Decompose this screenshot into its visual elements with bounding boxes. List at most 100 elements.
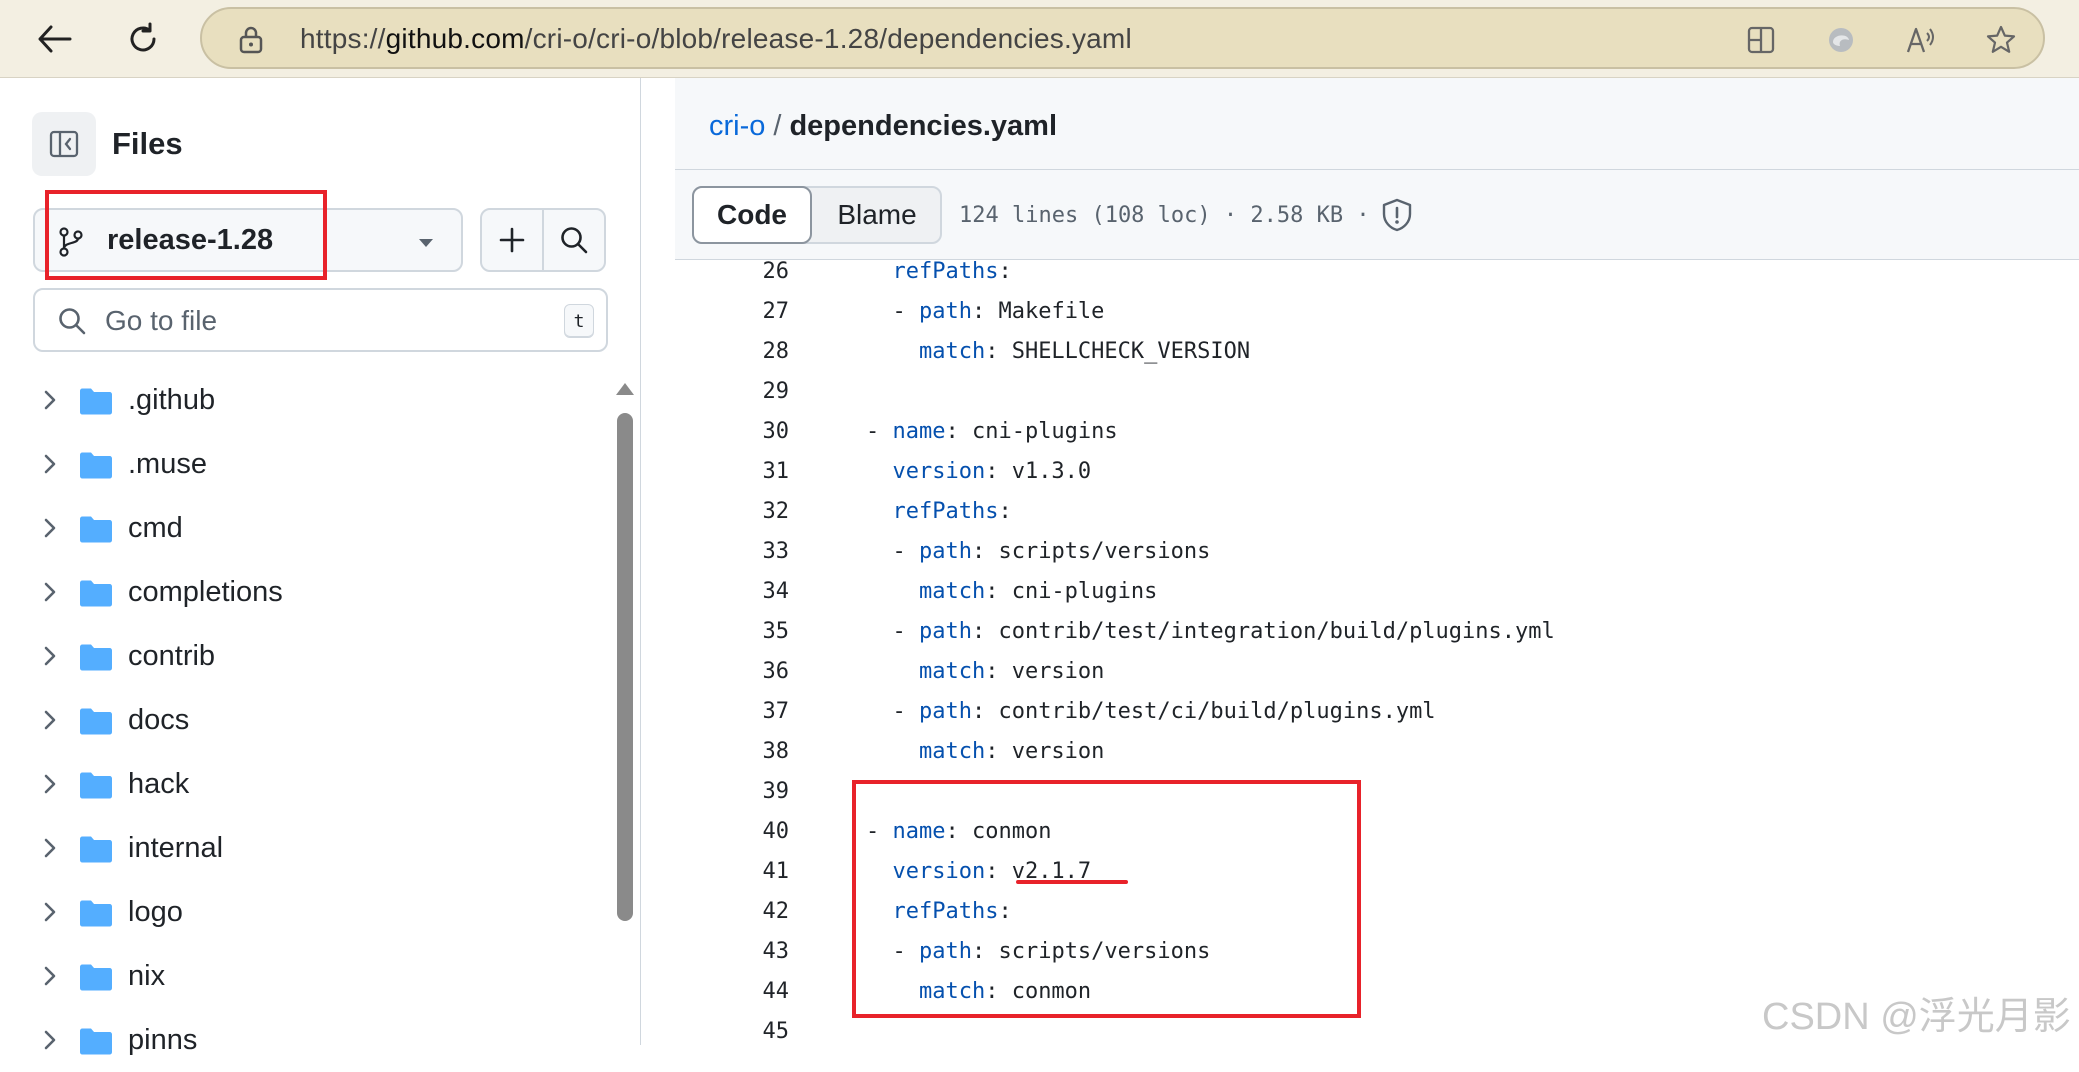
line-source: match: cni-plugins: [813, 579, 1157, 604]
refresh-icon[interactable]: [118, 14, 168, 64]
sidebar-scrollbar-thumb[interactable]: [617, 413, 633, 921]
tree-item-folder[interactable]: docs: [0, 688, 600, 752]
search-icon: [561, 227, 588, 254]
tree-item-folder[interactable]: completions: [0, 560, 600, 624]
tree-item-label: nix: [128, 960, 166, 992]
search-code-button[interactable]: [542, 208, 606, 272]
code-line: 36 match: version: [675, 653, 2079, 693]
back-arrow-icon[interactable]: [30, 14, 80, 64]
chevron-right-icon[interactable]: [40, 452, 60, 476]
tree-item-folder[interactable]: cmd: [0, 496, 600, 560]
chevron-right-icon[interactable]: [40, 836, 60, 860]
list-dash: -: [892, 299, 919, 324]
chevron-right-icon[interactable]: [40, 644, 60, 668]
folder-icon: [80, 772, 112, 799]
line-number[interactable]: 32: [675, 499, 790, 524]
line-number[interactable]: 39: [675, 779, 790, 804]
list-dash: -: [865, 419, 893, 444]
breadcrumb-repo-link[interactable]: cri-o: [709, 110, 765, 142]
yaml-key: path: [918, 619, 972, 644]
tree-item-folder[interactable]: hack: [0, 752, 600, 816]
tree-item-label: hack: [128, 768, 190, 800]
line-number[interactable]: 26: [675, 260, 790, 284]
tree-item-folder[interactable]: nix: [0, 944, 600, 1008]
tree-item-folder[interactable]: .github: [0, 368, 600, 432]
scroll-up-arrow-icon[interactable]: [616, 383, 634, 395]
add-file-button[interactable]: [480, 208, 544, 272]
split-screen-icon[interactable]: [1742, 21, 1780, 59]
plus-icon: [499, 227, 525, 253]
chevron-right-icon[interactable]: [40, 964, 60, 988]
yaml-key: path: [918, 539, 972, 564]
line-number[interactable]: 28: [675, 339, 790, 364]
tree-item-folder[interactable]: internal: [0, 816, 600, 880]
chevron-right-icon[interactable]: [40, 900, 60, 924]
favorite-star-icon[interactable]: [1982, 21, 2020, 59]
line-number[interactable]: 29: [675, 379, 790, 404]
code-line: 37 - path: contrib/test/ci/build/plugins…: [675, 693, 2079, 733]
yaml-key: match: [918, 579, 986, 604]
line-number[interactable]: 35: [675, 619, 790, 644]
yaml-key: path: [918, 299, 972, 324]
go-to-file-placeholder: Go to file: [105, 305, 218, 336]
tree-item-folder[interactable]: .muse: [0, 432, 600, 496]
chevron-right-icon[interactable]: [40, 772, 60, 796]
code-line: 31 version: v1.3.0: [675, 453, 2079, 493]
line-number[interactable]: 43: [675, 939, 790, 964]
folder-icon: [80, 580, 112, 607]
line-number[interactable]: 41: [675, 859, 790, 884]
folder-icon: [80, 1028, 112, 1055]
tree-item-folder[interactable]: logo: [0, 880, 600, 944]
search-icon: [59, 308, 86, 335]
list-dash: -: [892, 699, 919, 724]
go-to-file-input[interactable]: Go to file t: [33, 288, 608, 352]
chevron-right-icon[interactable]: [40, 580, 60, 604]
url-text[interactable]: https://github.com/cri-o/cri-o/blob/rele…: [300, 23, 1132, 55]
line-number[interactable]: 33: [675, 539, 790, 564]
yaml-value: contrib/test/ci/build/plugins.yml: [985, 699, 1436, 724]
chevron-right-icon[interactable]: [40, 388, 60, 412]
breadcrumb: cri-o / dependencies.yaml: [709, 110, 1057, 143]
tab-code[interactable]: Code: [692, 186, 812, 244]
tab-blame[interactable]: Blame: [812, 188, 942, 242]
yaml-key: match: [918, 739, 986, 764]
tree-item-folder[interactable]: contrib: [0, 624, 600, 688]
browser-toolbar: https://github.com/cri-o/cri-o/blob/rele…: [0, 0, 2079, 78]
read-aloud-icon[interactable]: [1902, 21, 1940, 59]
file-tree-sidebar: Files release-1.28 Go to file t .github.…: [0, 78, 641, 1056]
line-number[interactable]: 37: [675, 699, 790, 724]
line-number[interactable]: 31: [675, 459, 790, 484]
list-dash: -: [892, 539, 919, 564]
line-number[interactable]: 34: [675, 579, 790, 604]
collapse-sidebar-button[interactable]: [32, 112, 96, 176]
line-number[interactable]: 44: [675, 979, 790, 1004]
line-number[interactable]: 42: [675, 899, 790, 924]
line-number[interactable]: 45: [675, 1019, 790, 1044]
line-number[interactable]: 36: [675, 659, 790, 684]
shield-icon[interactable]: [1381, 198, 1413, 232]
breadcrumb-bar: cri-o / dependencies.yaml: [675, 78, 2079, 170]
edge-icon[interactable]: [1822, 21, 1860, 59]
view-mode-toggle: Code Blame: [692, 186, 942, 244]
address-bar[interactable]: https://github.com/cri-o/cri-o/blob/rele…: [200, 7, 2045, 69]
line-source: - path: scripts/versions: [813, 539, 1210, 564]
chevron-right-icon[interactable]: [40, 1028, 60, 1052]
tree-item-folder[interactable]: pinns: [0, 1008, 600, 1072]
yaml-value: cni-plugins: [958, 419, 1118, 444]
line-number[interactable]: 38: [675, 739, 790, 764]
folder-icon: [80, 452, 112, 479]
line-number[interactable]: 30: [675, 419, 790, 444]
chevron-right-icon[interactable]: [40, 516, 60, 540]
code-line: 26 refPaths:: [675, 260, 2079, 293]
line-number[interactable]: 27: [675, 299, 790, 324]
yaml-key: match: [918, 659, 986, 684]
yaml-key: version: [892, 459, 986, 484]
code-line: 35 - path: contrib/test/integration/buil…: [675, 613, 2079, 653]
lock-icon[interactable]: [232, 21, 270, 59]
tree-item-label: docs: [128, 704, 190, 736]
chevron-right-icon[interactable]: [40, 708, 60, 732]
line-number[interactable]: 40: [675, 819, 790, 844]
